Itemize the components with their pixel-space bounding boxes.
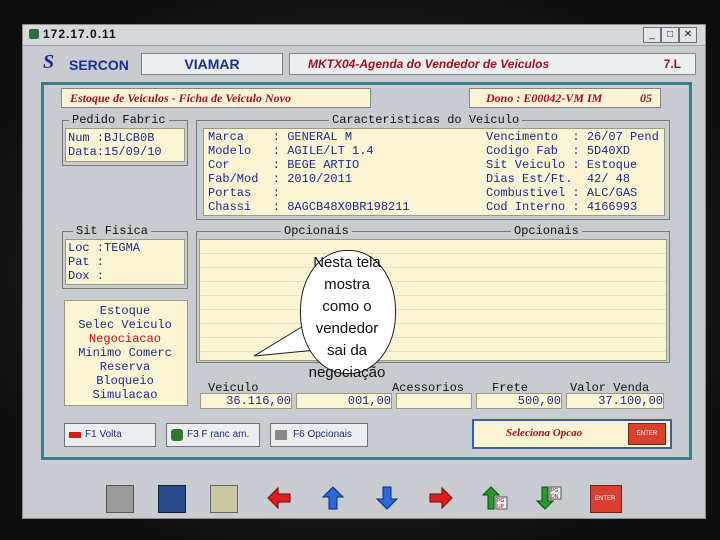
dono-label: Dono : E00042-VM IM	[486, 91, 603, 105]
car-codigo-fab: Codigo Fab : 5D40XD	[486, 144, 631, 158]
pedido-fabric-legend: Pedido Fabric	[69, 113, 169, 127]
arrow-up-icon[interactable]	[320, 485, 346, 511]
annotation-line: como o	[322, 298, 372, 315]
annotation-line: mostra	[324, 276, 370, 293]
page-up-icon[interactable]: PG UP	[481, 485, 508, 511]
car-fabmod: Fab/Mod : 2010/2011	[208, 172, 353, 186]
dono-number: 05	[640, 91, 652, 105]
f6-label: F6 Opcionais	[293, 429, 352, 440]
menu-item-simulacao[interactable]: Simulacao	[65, 388, 185, 402]
window-title: 172.17.0.11	[43, 27, 117, 41]
annotation-line: Nesta tela	[313, 254, 381, 271]
sit-fisica-legend: Sit Fisica	[73, 224, 152, 238]
list-icon[interactable]	[210, 485, 238, 513]
caracteristicas-group: Caracteristicas do Veiculo Marca : GENER…	[196, 113, 670, 220]
menu-item-bloqueio[interactable]: Bloqueio	[65, 374, 185, 388]
minimize-button[interactable]: _	[643, 27, 661, 43]
arrow-right-icon[interactable]	[428, 485, 454, 511]
caracteristicas-legend: Caracteristicas do Veiculo	[329, 113, 523, 127]
pedido-fabric-group: Pedido Fabric Num :BJLCB0B Data:15/09/10	[62, 113, 188, 166]
f6-opcionais-button[interactable]: F6 Opcionais	[270, 423, 368, 447]
toolbar-enter-icon[interactable]: ENTER	[590, 485, 622, 513]
car-portas: Portas :	[208, 186, 281, 200]
opcionais-legend-left: Opcionais	[281, 224, 352, 238]
veiculo-value: 36.116,00	[200, 393, 292, 409]
pgdn-label: PG DN	[551, 488, 559, 500]
menu-item-estoque[interactable]: Estoque	[65, 304, 185, 318]
calculator-icon[interactable]	[158, 485, 186, 513]
selecione-opcao-box: Seleciona Opcao ENTER	[472, 419, 672, 449]
app-icon	[29, 29, 39, 39]
maximize-button[interactable]: □	[661, 27, 679, 43]
back-arrow-icon	[69, 432, 81, 438]
valor-venda-value: 37.100,00	[566, 393, 664, 409]
menu-item-minimo-comerc[interactable]: Minimo Comerc	[65, 346, 185, 360]
money-icon	[171, 429, 183, 441]
f1-volta-button[interactable]: F1 Volta	[64, 423, 156, 447]
pedido-data: Data:15/09/10	[68, 145, 162, 159]
annotation-line: sai da	[326, 342, 368, 359]
options-menu: Estoque Selec Veiculo Negociacao Minimo …	[64, 300, 188, 406]
annotation-line: vendedor	[315, 320, 379, 337]
f3-label: F3 F ranc am.	[187, 429, 250, 440]
frete-value: 500,00	[476, 393, 562, 409]
sercon-logo-icon: S	[43, 51, 55, 73]
car-cor: Cor : BEGE ARTIO	[208, 158, 360, 172]
f1-label: F1 Volta	[85, 429, 122, 440]
company-name: VIAMAR	[141, 53, 283, 75]
title-bar: 172.17.0.11 _ □ ✕	[23, 25, 705, 46]
screen-title: MKTX04-Agenda do Vendedor de Veiculos	[308, 57, 550, 71]
sit-loc: Loc :TEGMA	[68, 241, 141, 255]
annotation-line: negociação	[308, 364, 386, 381]
opcionais-legend-right: Opcionais	[511, 224, 582, 238]
car-cod-interno: Cod Interno : 4166993	[486, 200, 638, 214]
sit-dox: Dox :	[68, 269, 105, 283]
car-modelo: Modelo : AGILE/LT 1.4	[208, 144, 374, 158]
arrow-left-icon[interactable]	[266, 485, 292, 511]
ficha-title: Estoque de Veiculos - Ficha de Veiculo N…	[61, 88, 371, 108]
close-button[interactable]: ✕	[679, 27, 697, 43]
menu-item-selec-veiculo[interactable]: Selec Veiculo	[65, 318, 185, 332]
menu-item-reserva[interactable]: Reserva	[65, 360, 185, 374]
sit-pat: Pat :	[68, 255, 105, 269]
sit-fisica-group: Sit Fisica Loc :TEGMA Pat : Dox :	[62, 224, 188, 289]
car-chassi: Chassi : 8AGCB48X0BR198211	[208, 200, 410, 214]
menu-item-negociacao[interactable]: Negociacao	[65, 332, 185, 346]
page-down-icon[interactable]: PG DN	[535, 485, 562, 511]
car-vencimento: Vencimento : 26/07 Pend	[486, 130, 659, 144]
pgup-label: PG UP	[497, 498, 505, 510]
car-sit-veiculo: Sit Veiculo : Estoque	[486, 158, 638, 172]
car-marca: Marca : GENERAL M	[208, 130, 353, 144]
screen-title-box: MKTX04-Agenda do Vendedor de Veiculos 7.…	[289, 53, 696, 75]
opcionais-value: 001,00	[296, 393, 392, 409]
toolbar-enter-label: ENTER	[595, 496, 616, 502]
annotation-text: Nesta tela mostra como o vendedor sai da…	[300, 252, 394, 384]
f3-financiamento-button[interactable]: F3 F ranc am.	[166, 423, 260, 447]
car-dias-est: Dias Est/Ft. 42/ 48	[486, 172, 631, 186]
enter-button[interactable]: ENTER	[628, 423, 666, 445]
acessorios-value	[396, 393, 472, 409]
version-label: 7.L	[663, 57, 681, 71]
pedido-num: Num :BJLCB0B	[68, 131, 155, 145]
dono-box: Dono : E00042-VM IM 05	[469, 88, 661, 108]
values-row: Veiculo Acessorios Frete Valor Venda 36.…	[196, 381, 668, 409]
sercon-logo-text: SERCON	[69, 57, 129, 73]
printer-icon[interactable]	[106, 485, 134, 513]
selecione-opcao-label: Seleciona Opcao	[506, 427, 583, 439]
options-icon	[275, 430, 287, 440]
arrow-down-icon[interactable]	[374, 485, 400, 511]
car-combustivel: Combustivel : ALC/GAS	[486, 186, 638, 200]
